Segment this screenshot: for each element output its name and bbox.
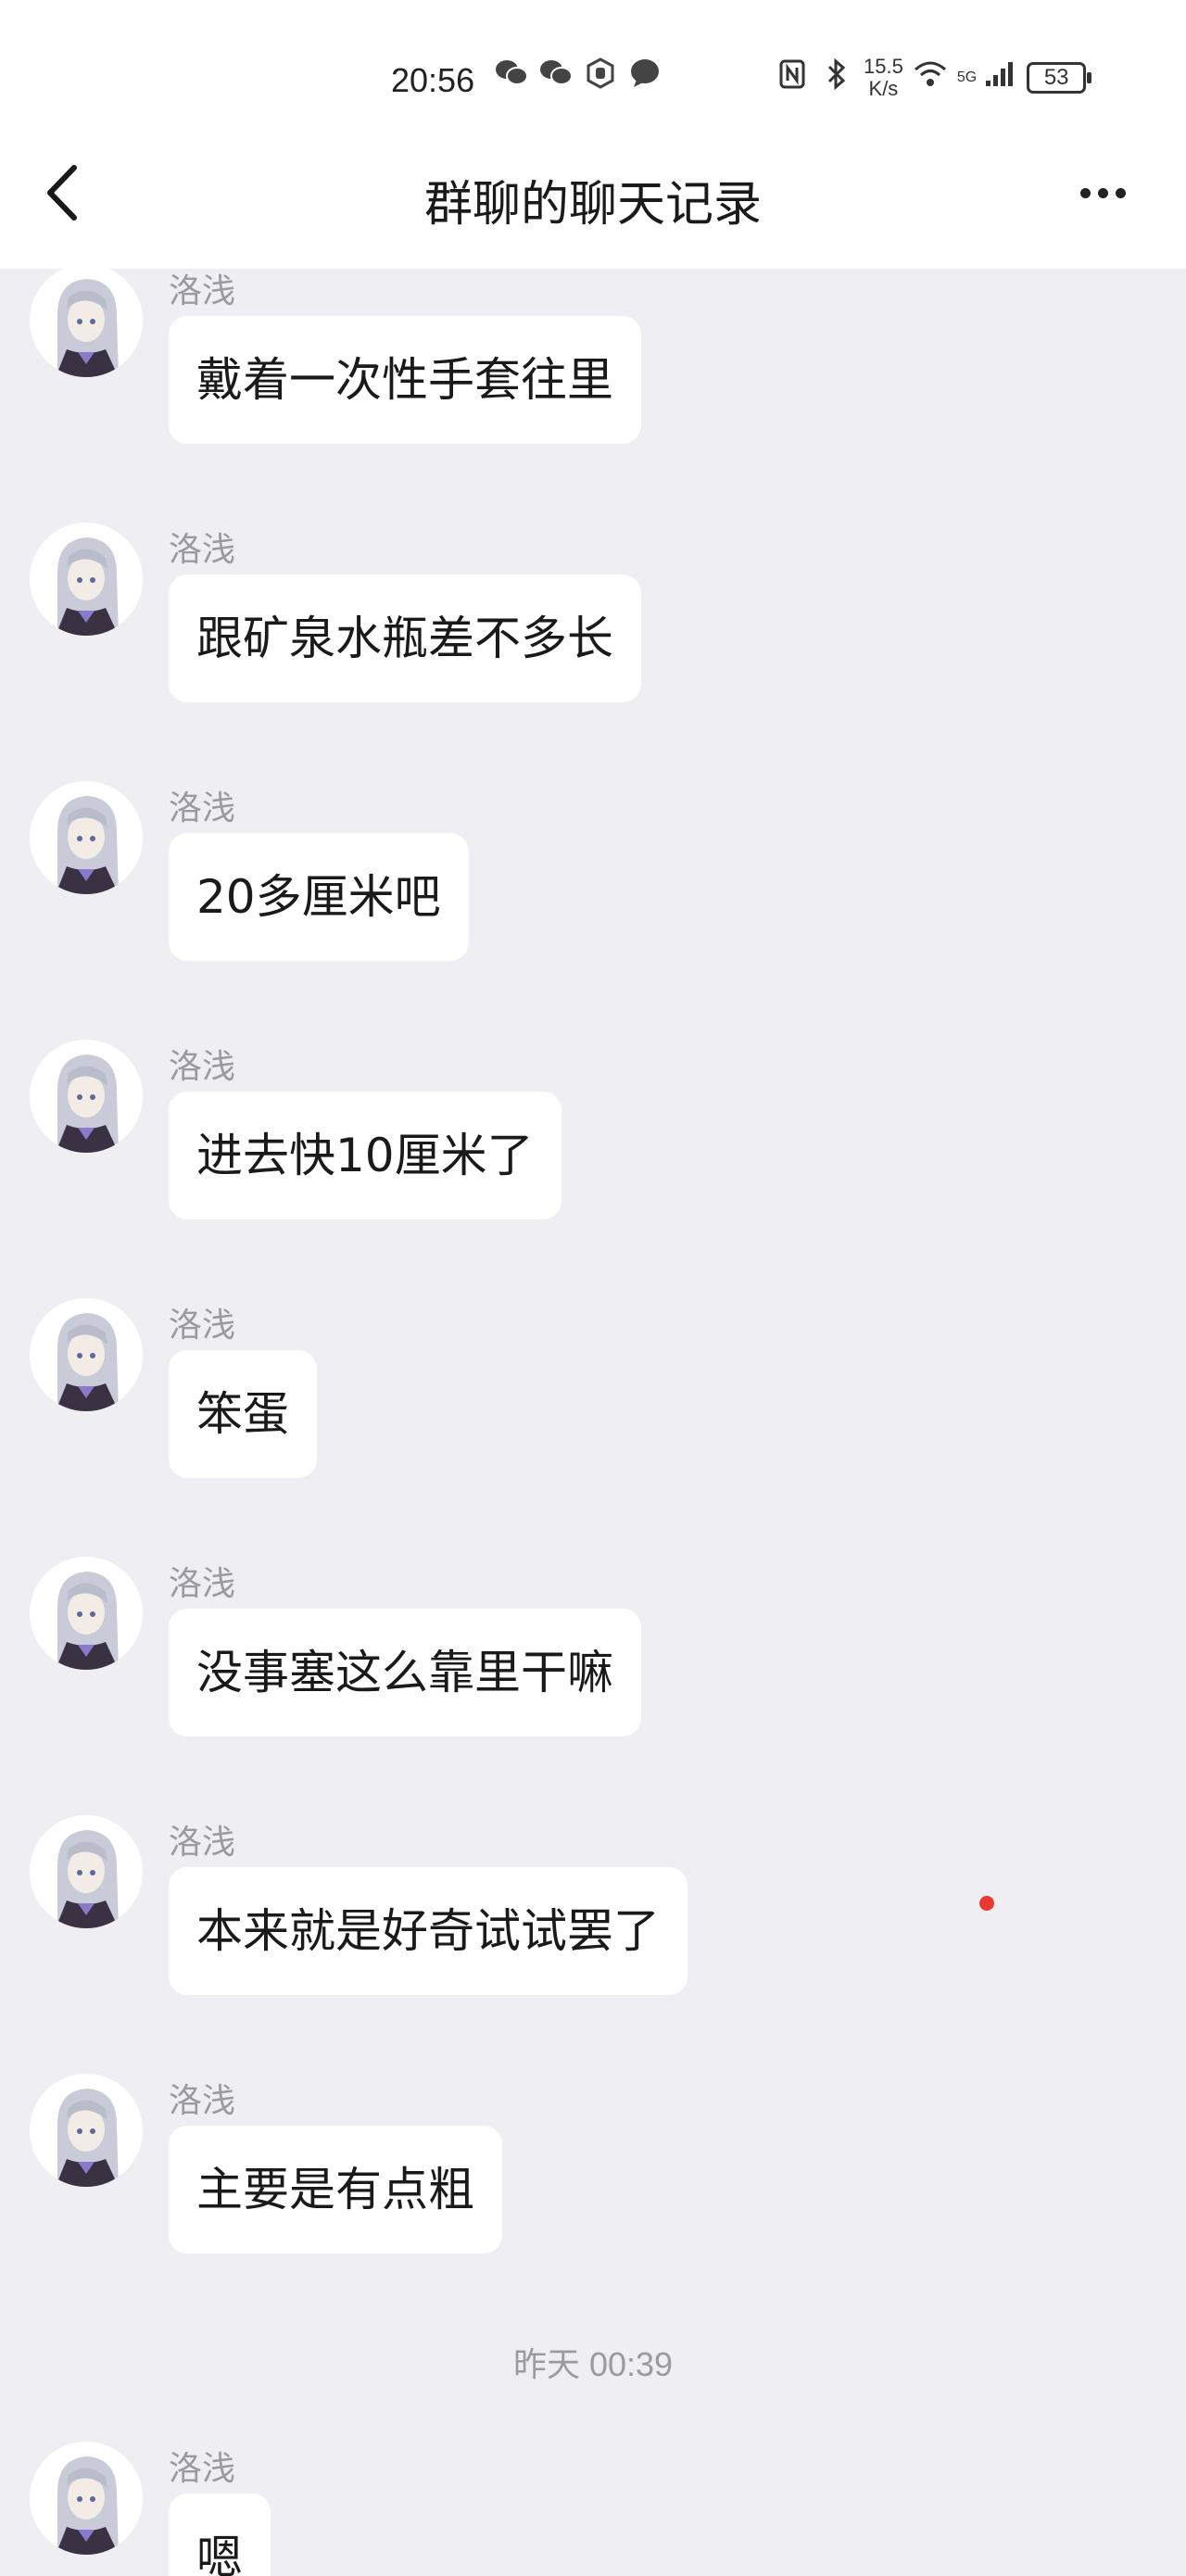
app-hand-icon (582, 57, 619, 95)
sender-name: 洛浅 (169, 2082, 236, 2120)
system-status-icons: 15.5 K/s 5G 53 (775, 56, 1092, 100)
avatar[interactable] (30, 1815, 143, 1928)
message-timestamp: 昨天 00:39 (512, 2345, 674, 2383)
message-bubble[interactable]: 没事塞这么靠里干嘛 (169, 1609, 641, 1736)
wifi-icon (913, 60, 948, 95)
avatar[interactable] (30, 2074, 143, 2187)
avatar[interactable] (30, 1298, 143, 1411)
more-dot-icon (1097, 187, 1108, 198)
avatar[interactable] (30, 269, 143, 377)
message-bubble[interactable]: 戴着一次性手套往里 (169, 316, 641, 444)
avatar[interactable] (30, 1557, 143, 1670)
message-bubble[interactable]: 嗯 (169, 2494, 271, 2576)
battery-level: 53 (1043, 65, 1069, 90)
wechat-icon (537, 57, 574, 95)
wechat-icon (493, 57, 530, 95)
sender-name: 洛浅 (169, 531, 236, 569)
bluetooth-icon (819, 57, 854, 98)
message-bubble[interactable]: 笨蛋 (169, 1350, 317, 1478)
notification-dot (979, 1896, 994, 1911)
sender-name: 洛浅 (169, 272, 236, 310)
top-bar: 20:56 15.5 K/s 5G 53 群聊的聊天记录 (0, 0, 1186, 269)
sender-name: 洛浅 (169, 1048, 236, 1086)
message-bubble-icon (626, 57, 663, 95)
sender-name: 洛浅 (169, 789, 236, 827)
avatar[interactable] (30, 2442, 143, 2555)
status-time: 20:56 (391, 61, 475, 99)
more-dot-icon (1079, 187, 1091, 198)
more-dot-icon (1115, 187, 1126, 198)
nfc-icon (775, 58, 810, 97)
page-title: 群聊的聊天记录 (423, 177, 762, 233)
sender-name: 洛浅 (169, 2450, 236, 2488)
message-bubble[interactable]: 20多厘米吧 (169, 833, 469, 961)
sender-name: 洛浅 (169, 1307, 236, 1345)
message-bubble[interactable]: 主要是有点粗 (169, 2126, 502, 2254)
network-speed-value: 15.5 (864, 55, 903, 78)
sender-name: 洛浅 (169, 1565, 236, 1603)
network-speed: 15.5 K/s (864, 56, 903, 100)
battery-indicator: 53 (1027, 62, 1092, 94)
chat-history[interactable]: 洛浅 戴着一次性手套往里 洛浅 跟矿泉水瓶差不多长 洛浅 20多厘米吧 洛浅 进… (0, 269, 1186, 2576)
message-bubble[interactable]: 跟矿泉水瓶差不多长 (169, 575, 641, 702)
sender-name: 洛浅 (169, 1824, 236, 1862)
cellular-signal-icon (982, 60, 1017, 95)
notification-icons (493, 57, 663, 95)
avatar[interactable] (30, 781, 143, 894)
avatar[interactable] (30, 523, 143, 636)
avatar[interactable] (30, 1040, 143, 1153)
network-type-label: 5G (956, 69, 978, 85)
message-bubble[interactable]: 本来就是好奇试试罢了 (169, 1867, 688, 1995)
message-bubble[interactable]: 进去快10厘米了 (169, 1092, 561, 1219)
network-speed-unit: K/s (868, 77, 899, 100)
more-options-button[interactable] (1066, 174, 1140, 211)
